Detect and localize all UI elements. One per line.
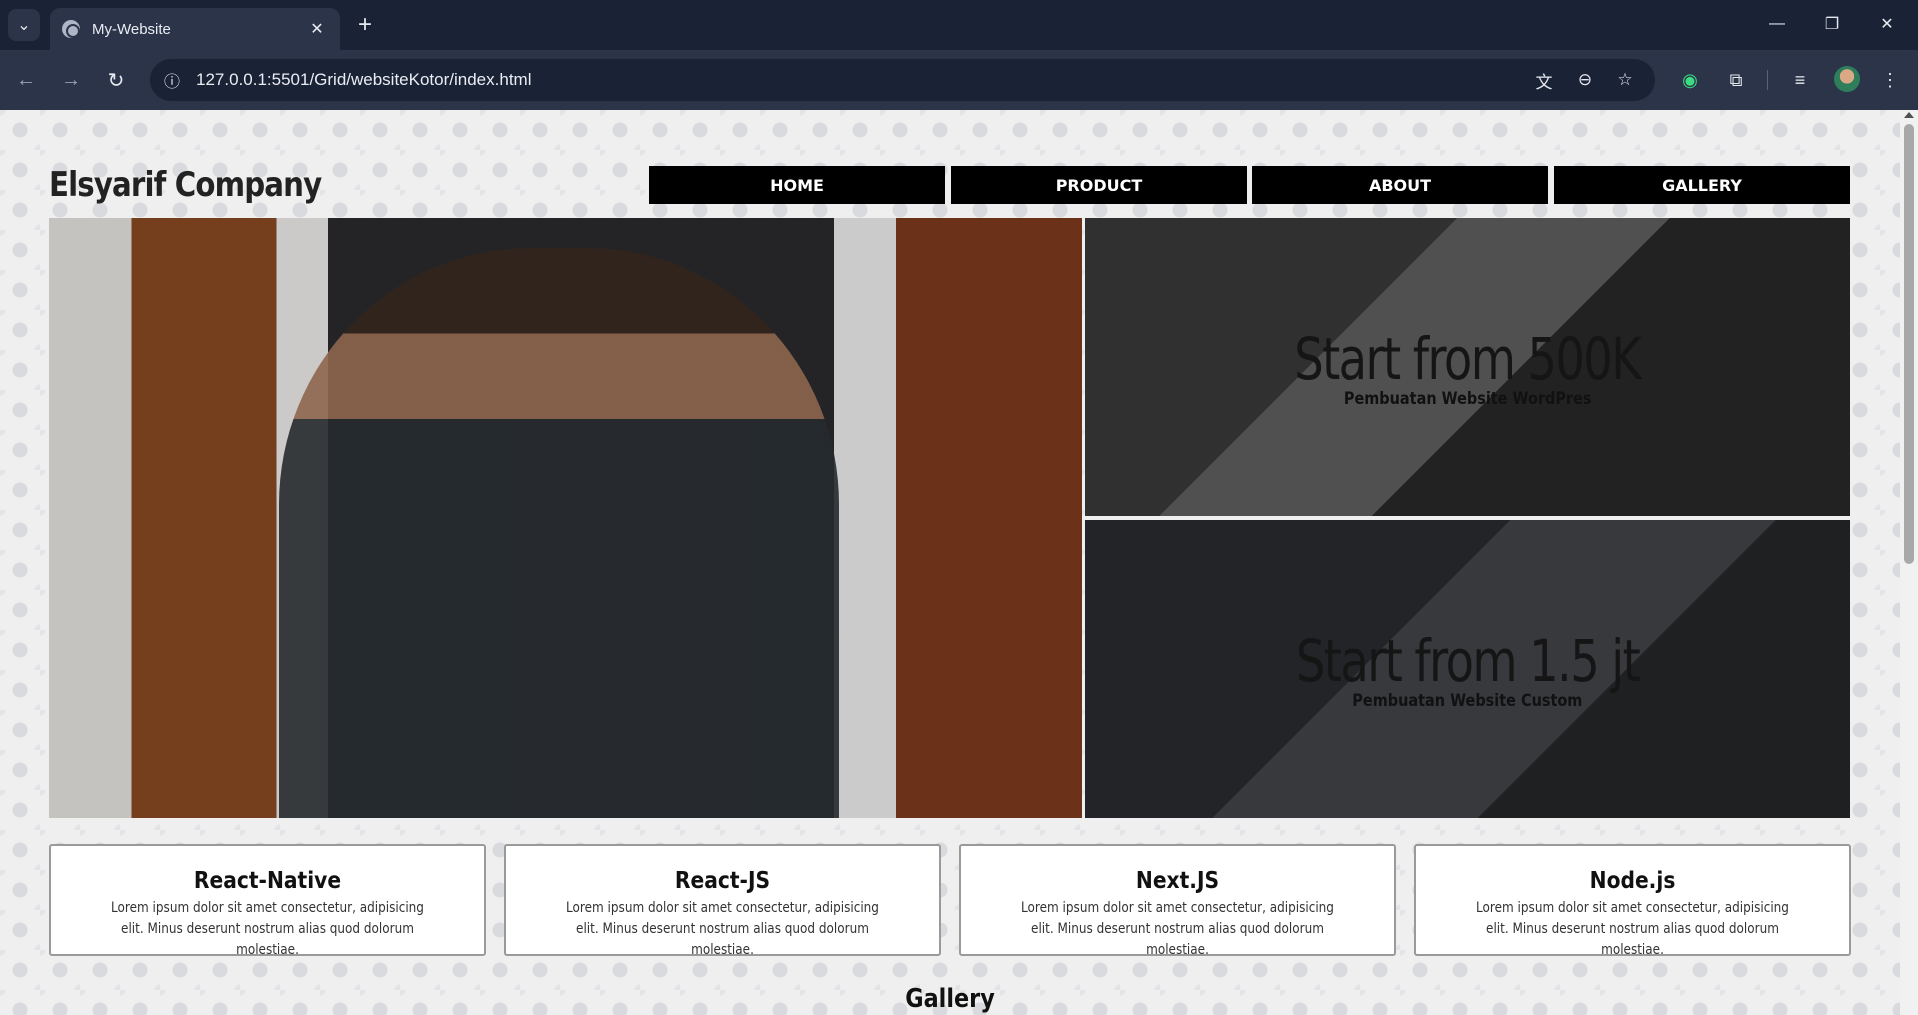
tab-search-button[interactable]: ⌄ bbox=[8, 9, 40, 41]
photo-shade bbox=[49, 218, 1082, 818]
reload-icon: ↻ bbox=[107, 69, 125, 92]
promo-price: Start from 500K bbox=[1294, 325, 1642, 393]
arrow-left-icon: ← bbox=[16, 68, 36, 91]
scrollbar-thumb[interactable] bbox=[1904, 124, 1914, 564]
promo-subtitle: Pembuatan Website Custom bbox=[1352, 691, 1583, 711]
zoom-out-icon[interactable]: ⊖ bbox=[1571, 68, 1599, 92]
promo-wordpress: Start from 500K Pembuatan Website WordPr… bbox=[1085, 218, 1850, 516]
profile-avatar[interactable] bbox=[1834, 66, 1860, 92]
card-text: Lorem ipsum dolor sit amet consectetur, … bbox=[566, 900, 879, 958]
translate-icon[interactable]: 文 bbox=[1530, 68, 1558, 92]
nav-gallery[interactable]: GALLERY bbox=[1554, 166, 1850, 204]
nav-home[interactable]: HOME bbox=[649, 166, 945, 204]
card-next-js: Next.JS Lorem ipsum dolor sit amet conse… bbox=[959, 844, 1396, 958]
reload-button[interactable]: ↻ bbox=[100, 64, 132, 96]
promo-price: Start from 1.5 jt bbox=[1295, 627, 1641, 695]
card-text: Lorem ipsum dolor sit amet consectetur, … bbox=[1476, 900, 1789, 958]
forward-button[interactable]: → bbox=[55, 64, 87, 96]
card-title: React-Native bbox=[193, 868, 342, 894]
nav-about[interactable]: ABOUT bbox=[1252, 166, 1548, 204]
card-node-js: Node.js Lorem ipsum dolor sit amet conse… bbox=[1414, 844, 1851, 958]
close-window-button[interactable]: ✕ bbox=[1864, 6, 1910, 42]
restore-button[interactable]: ❐ bbox=[1809, 6, 1855, 42]
tab-title: My-Website bbox=[92, 20, 171, 38]
card-title: Next.JS bbox=[1135, 868, 1220, 894]
gallery-heading: Gallery bbox=[905, 984, 995, 1014]
scroll-up-arrow-icon[interactable] bbox=[1904, 112, 1914, 118]
globe-icon bbox=[62, 20, 80, 38]
brand-title: Elsyarif Company bbox=[49, 165, 322, 205]
close-icon[interactable]: ✕ bbox=[306, 18, 328, 40]
promo-custom: Start from 1.5 jt Pembuatan Website Cust… bbox=[1085, 520, 1850, 818]
media-control-icon[interactable]: ≡ bbox=[1784, 64, 1816, 96]
bookmark-star-icon[interactable]: ☆ bbox=[1611, 68, 1639, 92]
hero-photo bbox=[49, 218, 1082, 818]
minimize-button[interactable]: — bbox=[1754, 6, 1800, 42]
url-text: 127.0.0.1:5501/Grid/websiteKotor/index.h… bbox=[196, 70, 532, 89]
tab-bar: ⌄ My-Website ✕ + — ❐ ✕ bbox=[0, 0, 1918, 50]
arrow-right-icon: → bbox=[61, 68, 81, 91]
back-button[interactable]: ← bbox=[10, 64, 42, 96]
site-info-icon[interactable]: ⓘ bbox=[160, 68, 184, 92]
page-scrollbar[interactable] bbox=[1900, 110, 1918, 1015]
card-title: React-JS bbox=[674, 868, 771, 894]
chevron-down-icon: ⌄ bbox=[17, 17, 31, 34]
toolbar-divider bbox=[1767, 70, 1768, 90]
card-react-js: React-JS Lorem ipsum dolor sit amet cons… bbox=[504, 844, 941, 958]
page-viewport: Elsyarif Company HOME PRODUCT ABOUT GALL… bbox=[0, 110, 1900, 1015]
new-tab-button[interactable]: + bbox=[350, 10, 380, 40]
card-react-native: React-Native Lorem ipsum dolor sit amet … bbox=[49, 844, 486, 958]
promo-subtitle: Pembuatan Website WordPres bbox=[1343, 389, 1592, 409]
card-text: Lorem ipsum dolor sit amet consectetur, … bbox=[111, 900, 424, 958]
address-bar[interactable]: ⓘ 127.0.0.1:5501/Grid/websiteKotor/index… bbox=[150, 59, 1655, 101]
nav-product[interactable]: PRODUCT bbox=[951, 166, 1247, 204]
browser-tab[interactable]: My-Website ✕ bbox=[50, 8, 340, 50]
extension-eye-icon[interactable]: ◉ bbox=[1674, 64, 1706, 96]
browser-toolbar: ← → ↻ ⓘ 127.0.0.1:5501/Grid/websiteKotor… bbox=[0, 50, 1918, 110]
extensions-puzzle-icon[interactable]: ⧉ bbox=[1720, 64, 1752, 96]
card-title: Node.js bbox=[1589, 868, 1676, 894]
card-text: Lorem ipsum dolor sit amet consectetur, … bbox=[1021, 900, 1334, 958]
menu-kebab-icon[interactable]: ⋮ bbox=[1874, 64, 1906, 96]
